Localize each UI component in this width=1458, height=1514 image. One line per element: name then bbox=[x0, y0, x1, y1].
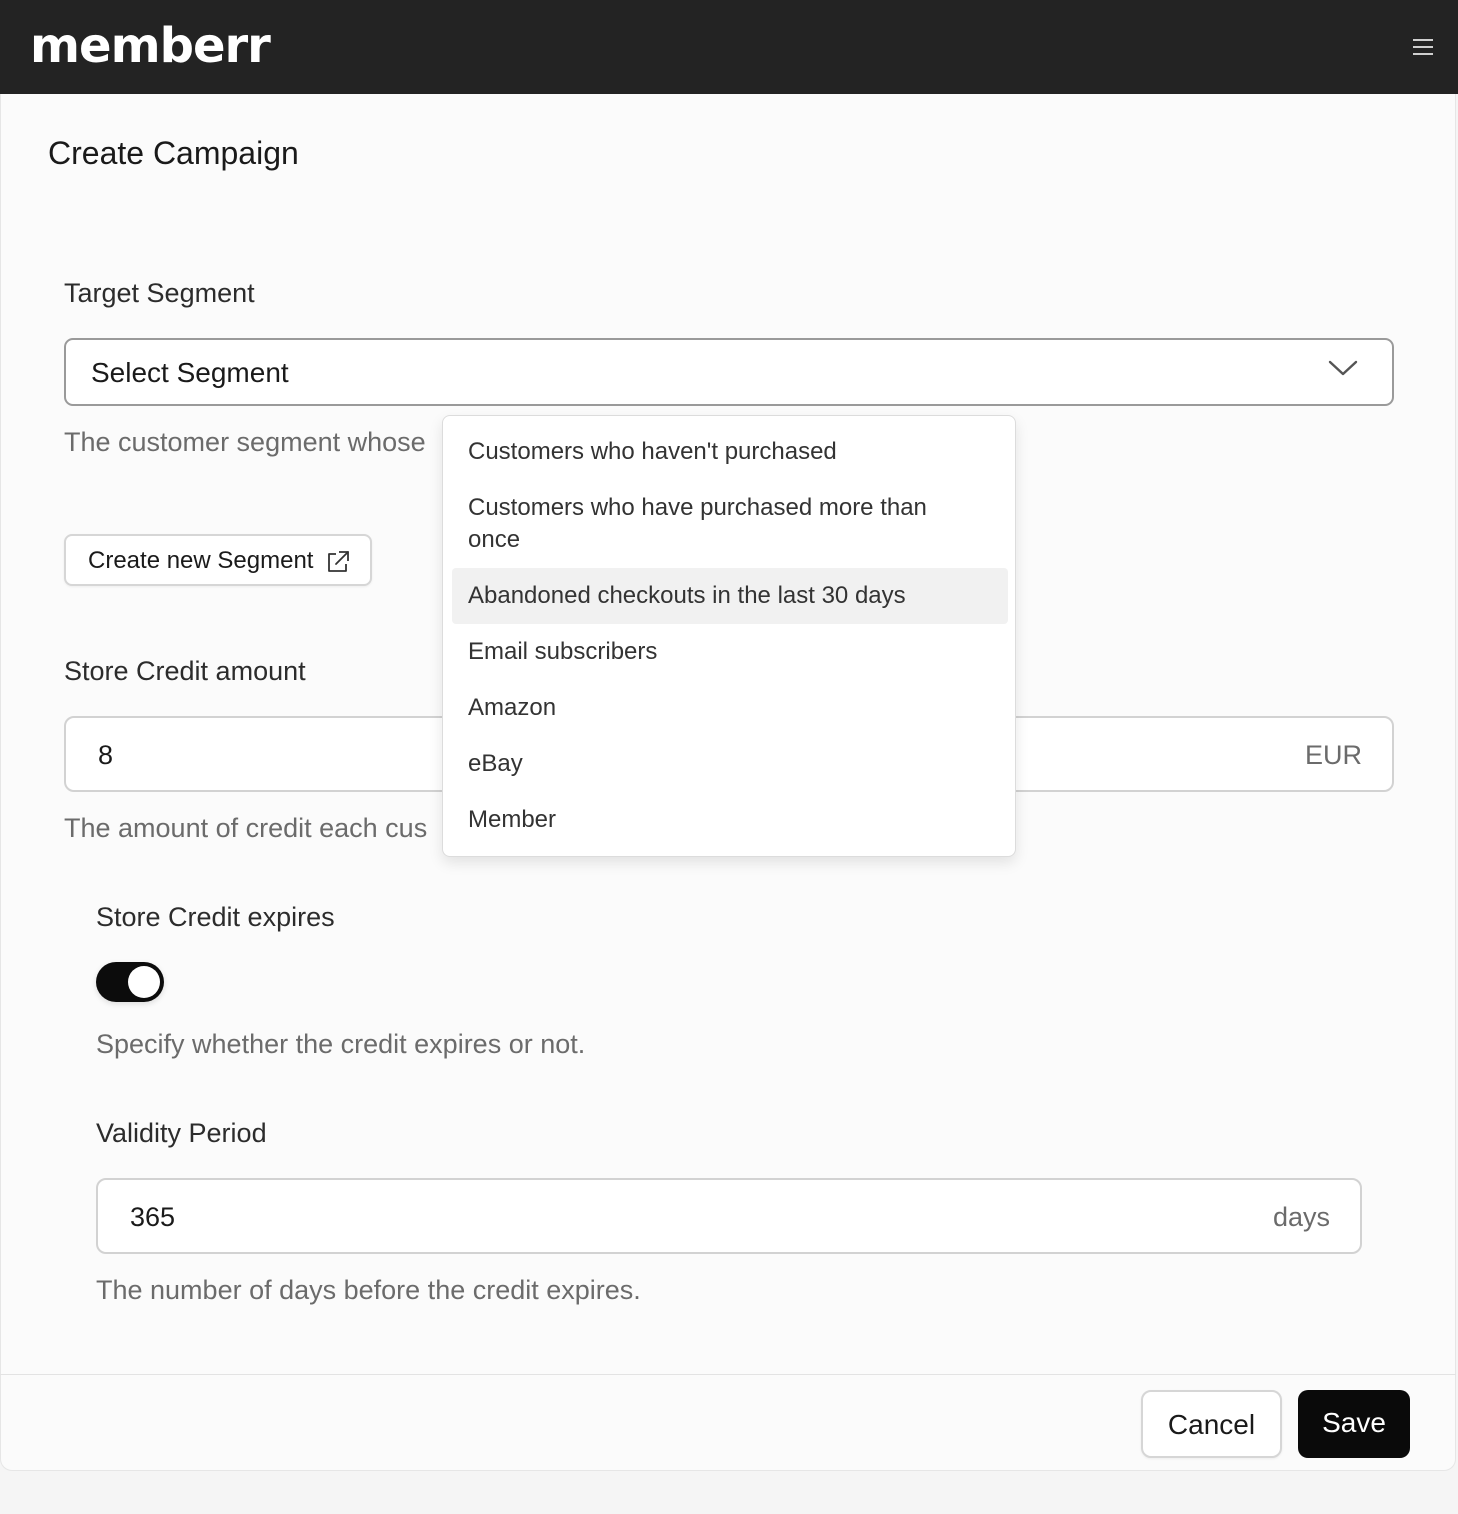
segment-option[interactable]: Email subscribers bbox=[452, 636, 1008, 668]
credit-expires-toggle[interactable] bbox=[96, 962, 164, 1002]
currency-suffix: EUR bbox=[1304, 740, 1362, 770]
days-suffix: days bbox=[1272, 1202, 1330, 1232]
external-link-icon bbox=[328, 551, 349, 572]
footer-divider bbox=[0, 1374, 1456, 1375]
validity-period-value: 365 bbox=[130, 1202, 176, 1232]
store-credit-amount-label: Store Credit amount bbox=[64, 656, 306, 686]
cancel-button-label: Cancel bbox=[1167, 1409, 1256, 1440]
segment-option[interactable]: Customers who have purchased more than o… bbox=[452, 492, 1008, 556]
store-credit-expires-label: Store Credit expires bbox=[96, 902, 335, 932]
toggle-knob bbox=[128, 966, 160, 998]
segment-option[interactable]: eBay bbox=[452, 748, 1008, 780]
store-credit-amount-value: 8 bbox=[98, 740, 114, 770]
top-bar: memberr bbox=[0, 0, 1458, 94]
create-new-segment-button[interactable]: Create new Segment bbox=[64, 534, 372, 586]
save-button[interactable]: Save bbox=[1298, 1390, 1410, 1458]
menu-line bbox=[1413, 39, 1433, 41]
credit-help-text: The amount of credit each cus bbox=[64, 813, 428, 843]
chevron-down-icon bbox=[1328, 360, 1358, 376]
segment-help-text: The customer segment whose bbox=[64, 427, 426, 457]
page-title: Create Campaign bbox=[48, 135, 299, 171]
segment-select-value: Select Segment bbox=[91, 357, 289, 388]
segment-option-highlighted[interactable]: Abandoned checkouts in the last 30 days bbox=[452, 568, 1008, 624]
app-logo: memberr bbox=[30, 18, 271, 74]
target-segment-label: Target Segment bbox=[64, 278, 255, 308]
menu-line bbox=[1413, 53, 1433, 55]
create-new-segment-label: Create new Segment bbox=[88, 547, 314, 574]
segment-option[interactable]: Member bbox=[452, 804, 1008, 836]
validity-help-text: The number of days before the credit exp… bbox=[96, 1275, 641, 1305]
segment-option[interactable]: Amazon bbox=[452, 692, 1008, 724]
hamburger-menu-icon[interactable] bbox=[1406, 30, 1440, 64]
cancel-button[interactable]: Cancel bbox=[1141, 1390, 1282, 1458]
validity-period-label: Validity Period bbox=[96, 1118, 267, 1148]
menu-line bbox=[1413, 46, 1433, 48]
segment-dropdown-menu: Customers who haven't purchased Customer… bbox=[442, 415, 1016, 857]
expires-help-text: Specify whether the credit expires or no… bbox=[96, 1029, 586, 1059]
save-button-label: Save bbox=[1322, 1407, 1386, 1438]
validity-period-input[interactable]: 365 days bbox=[96, 1178, 1362, 1254]
segment-select[interactable]: Select Segment bbox=[64, 338, 1394, 406]
segment-option[interactable]: Customers who haven't purchased bbox=[452, 436, 1008, 468]
